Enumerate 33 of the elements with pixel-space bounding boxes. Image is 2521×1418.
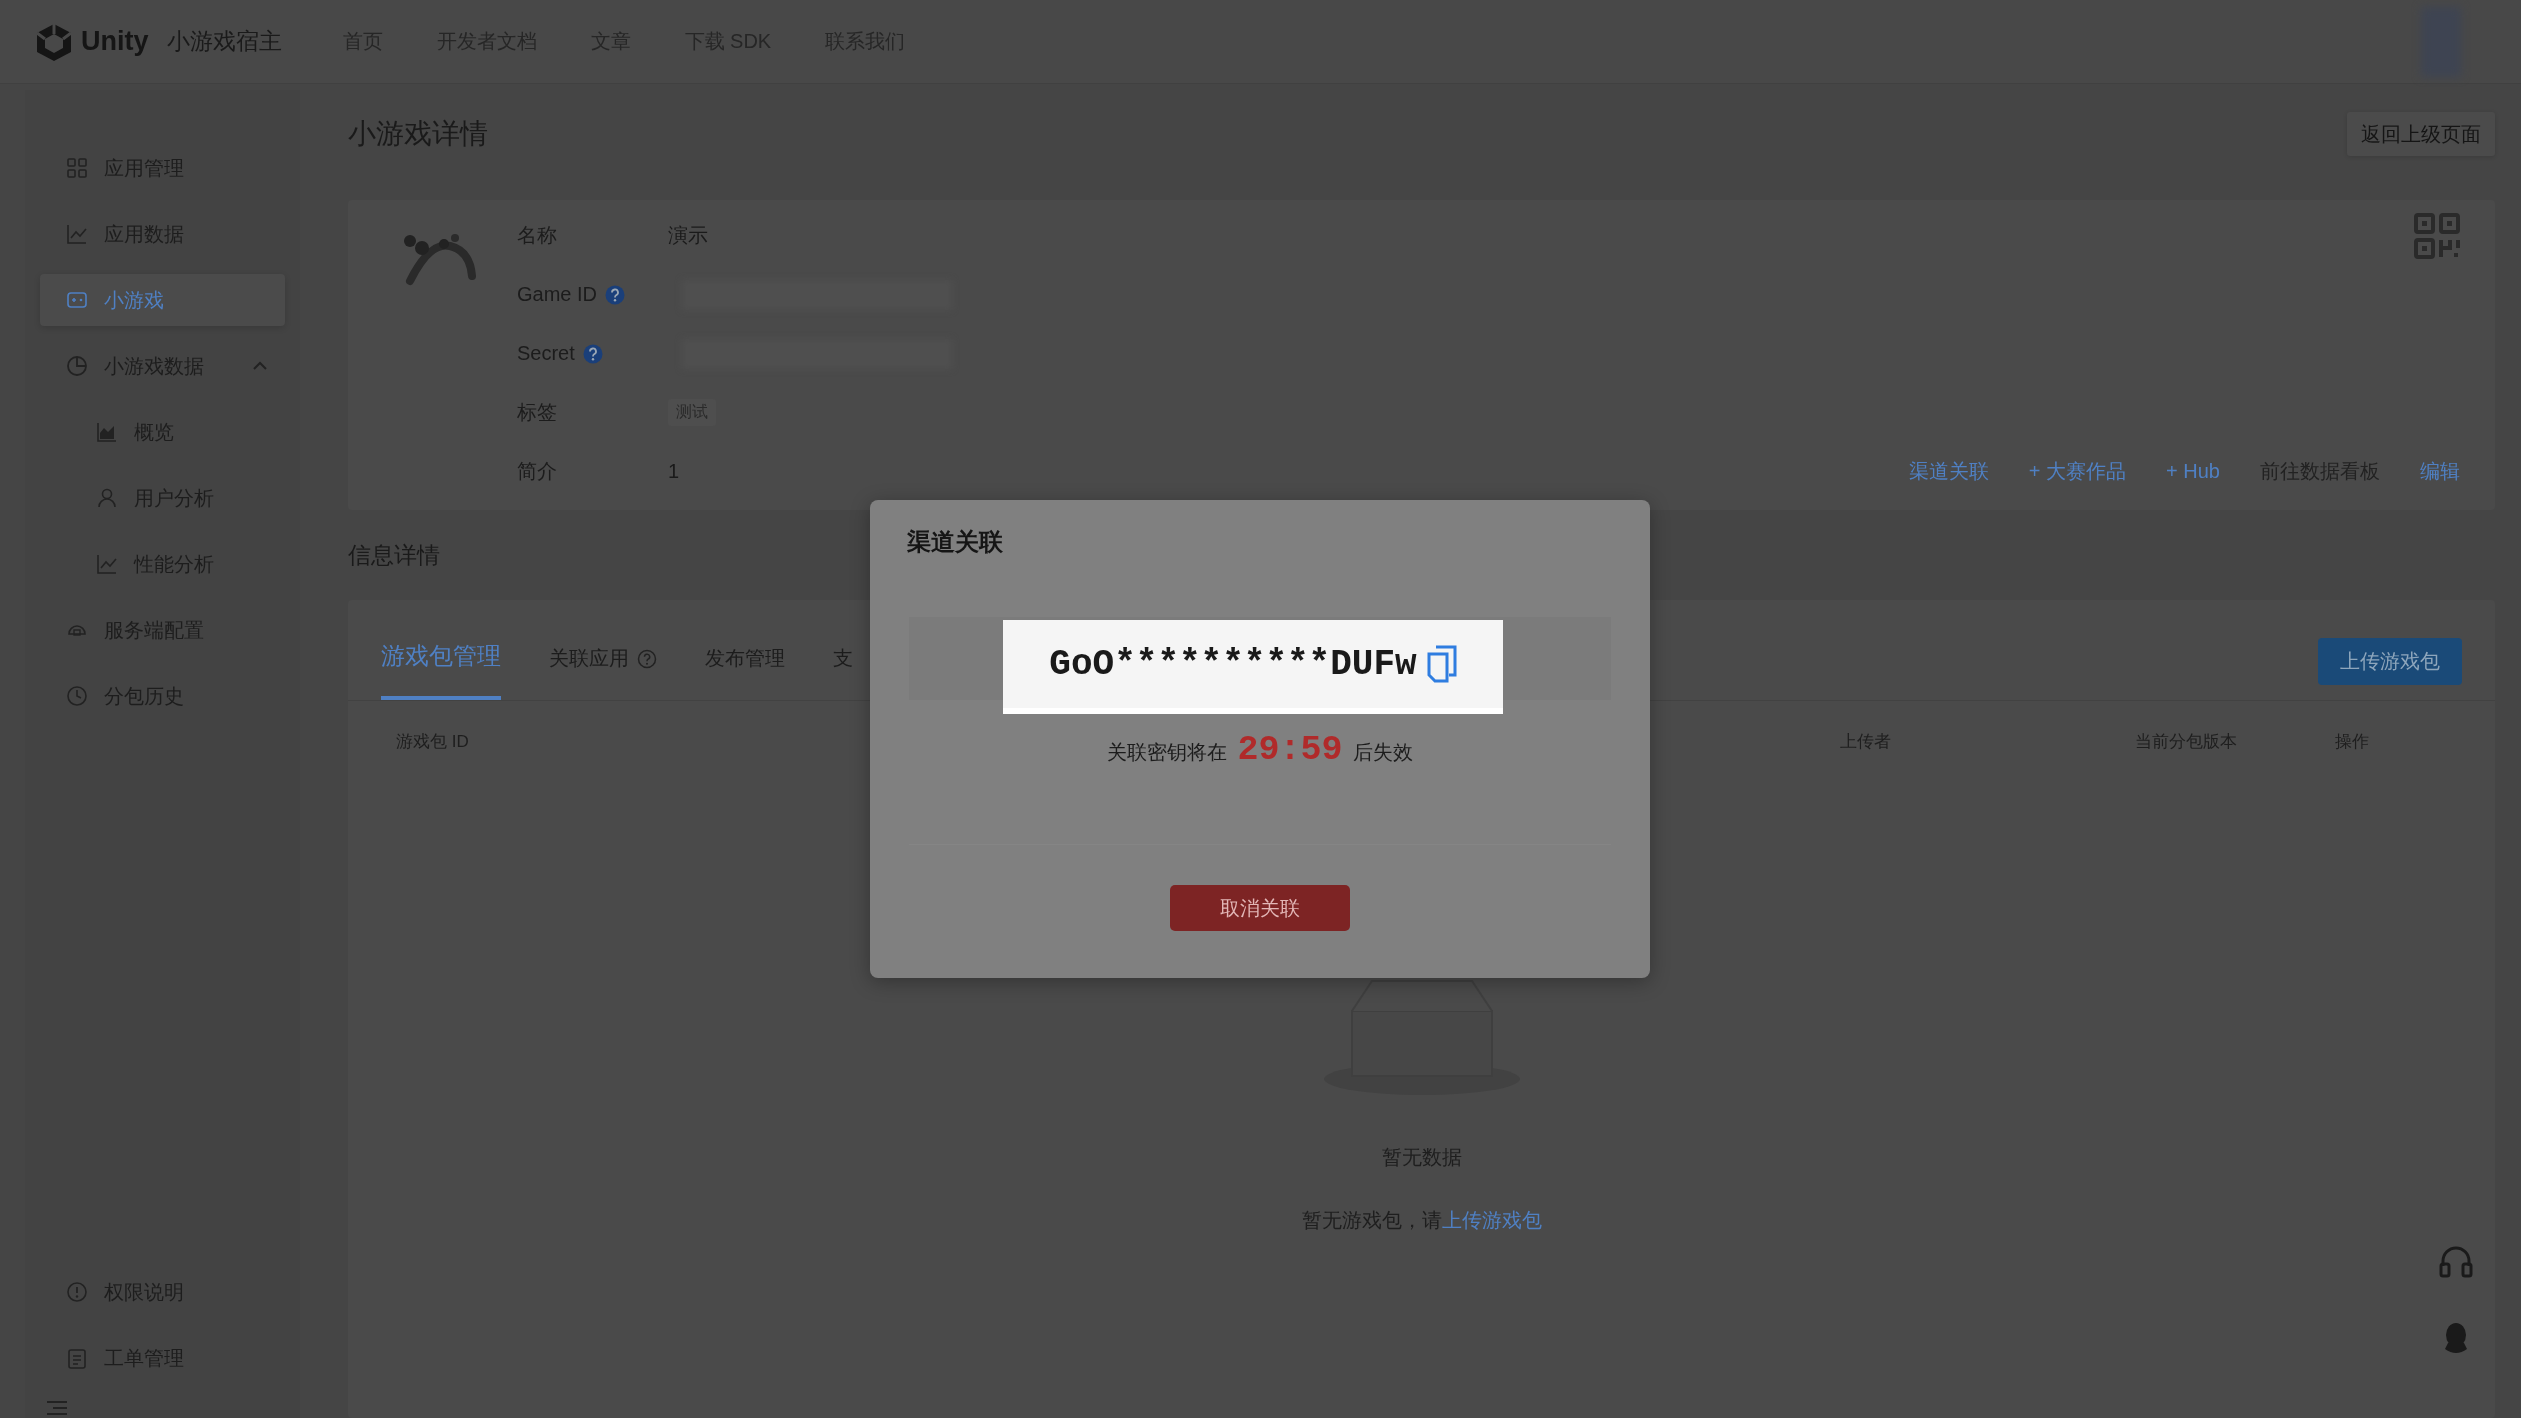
cancel-link-button[interactable]: 取消关联 [1170, 885, 1350, 931]
action-link[interactable]: 编辑 [2420, 458, 2460, 485]
line-chart-icon [66, 223, 88, 245]
action-link[interactable]: + 大赛作品 [2028, 458, 2127, 485]
menu-label: 小游戏 [104, 287, 164, 313]
menu-item[interactable]: 小游戏 [40, 274, 285, 326]
user-icon [96, 487, 118, 509]
penguin-icon[interactable] [2442, 1321, 2470, 1355]
clipboard-icon [66, 1347, 88, 1369]
tab[interactable]: 游戏包管理 [381, 640, 501, 700]
copy-icon[interactable] [1426, 645, 1457, 683]
dialog-title: 渠道关联 [907, 528, 1003, 556]
gamepad-icon [66, 289, 88, 311]
action-link[interactable]: 渠道关联 [1908, 458, 1989, 485]
expiry-text: 关联密钥将在 [1107, 740, 1228, 765]
cube-logo-icon [35, 21, 73, 62]
help-icon[interactable] [605, 284, 626, 305]
menu-collapse-icon [45, 1398, 69, 1418]
grid-icon [66, 157, 88, 179]
headphones-icon[interactable] [2439, 1244, 2473, 1278]
info-icon [66, 1281, 88, 1303]
action-link[interactable]: + Hub [2166, 460, 2220, 483]
upload-link[interactable]: 上传游戏包 [1441, 1209, 1542, 1231]
pie-chart-icon [66, 355, 88, 377]
tab-label: 游戏包管理 [381, 641, 501, 671]
countdown: 29:59 [1237, 730, 1343, 770]
upload-button[interactable]: 上传游戏包 [2318, 638, 2462, 685]
help-icon[interactable] [582, 343, 603, 364]
line-chart-icon [96, 553, 118, 575]
clock-icon [66, 685, 88, 707]
expiry-text: 后失效 [1352, 740, 1413, 765]
link-key: GoO**********DUFw [1049, 643, 1417, 685]
area-chart-icon [96, 421, 118, 443]
